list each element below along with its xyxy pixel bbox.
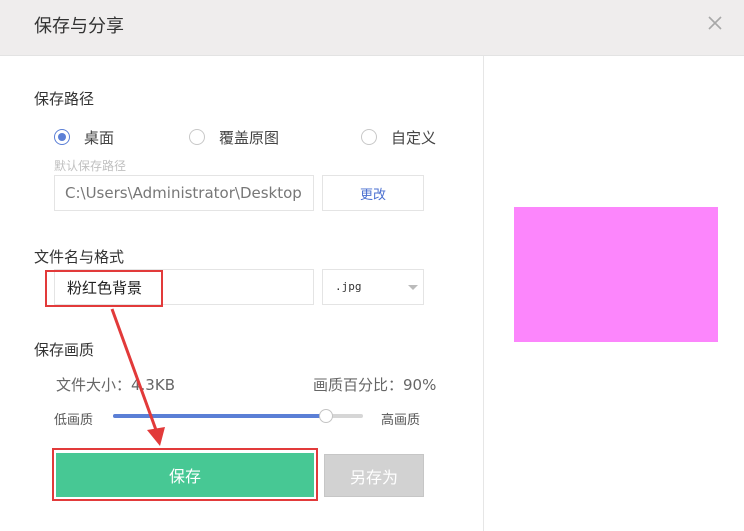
radio-custom-label: 自定义 xyxy=(391,128,437,147)
radio-desktop-label: 桌面 xyxy=(84,128,115,147)
dialog-titlebar: 保存与分享 xyxy=(0,0,744,56)
chevron-down-icon xyxy=(408,285,418,290)
change-path-button[interactable]: 更改 xyxy=(322,175,424,211)
dialog-title: 保存与分享 xyxy=(34,16,124,37)
quality-percent-text: 画质百分比：90% xyxy=(313,376,437,394)
file-size-text: 文件大小：4.3KB xyxy=(56,376,175,394)
radio-checked-icon xyxy=(54,129,70,145)
high-quality-label: 高画质 xyxy=(381,413,421,428)
radio-custom[interactable]: 自定义 xyxy=(361,126,436,148)
save-path-label: 保存路径 xyxy=(34,90,95,108)
image-preview xyxy=(514,207,718,342)
annotation-highlight-save xyxy=(52,448,318,501)
radio-overwrite[interactable]: 覆盖原图 xyxy=(189,126,279,148)
format-select-value: .jpg xyxy=(335,280,362,293)
close-icon[interactable] xyxy=(704,12,726,34)
radio-unchecked-icon xyxy=(189,129,205,145)
save-path-field[interactable]: C:\Users\Administrator\Desktop xyxy=(54,175,314,211)
radio-overwrite-label: 覆盖原图 xyxy=(219,128,280,147)
quality-label: 保存画质 xyxy=(34,341,95,359)
save-as-button[interactable]: 另存为 xyxy=(324,454,424,497)
radio-desktop[interactable]: 桌面 xyxy=(54,126,114,148)
low-quality-label: 低画质 xyxy=(54,413,94,428)
default-path-hint: 默认保存路径 xyxy=(54,159,127,173)
radio-unchecked-icon xyxy=(361,129,377,145)
quality-slider-fill xyxy=(113,414,326,418)
format-select[interactable]: .jpg xyxy=(322,269,424,305)
quality-slider[interactable] xyxy=(113,409,363,423)
filename-format-label: 文件名与格式 xyxy=(34,248,125,266)
quality-slider-thumb[interactable] xyxy=(318,409,333,423)
annotation-highlight-filename xyxy=(45,270,163,307)
preview-divider xyxy=(483,56,484,531)
